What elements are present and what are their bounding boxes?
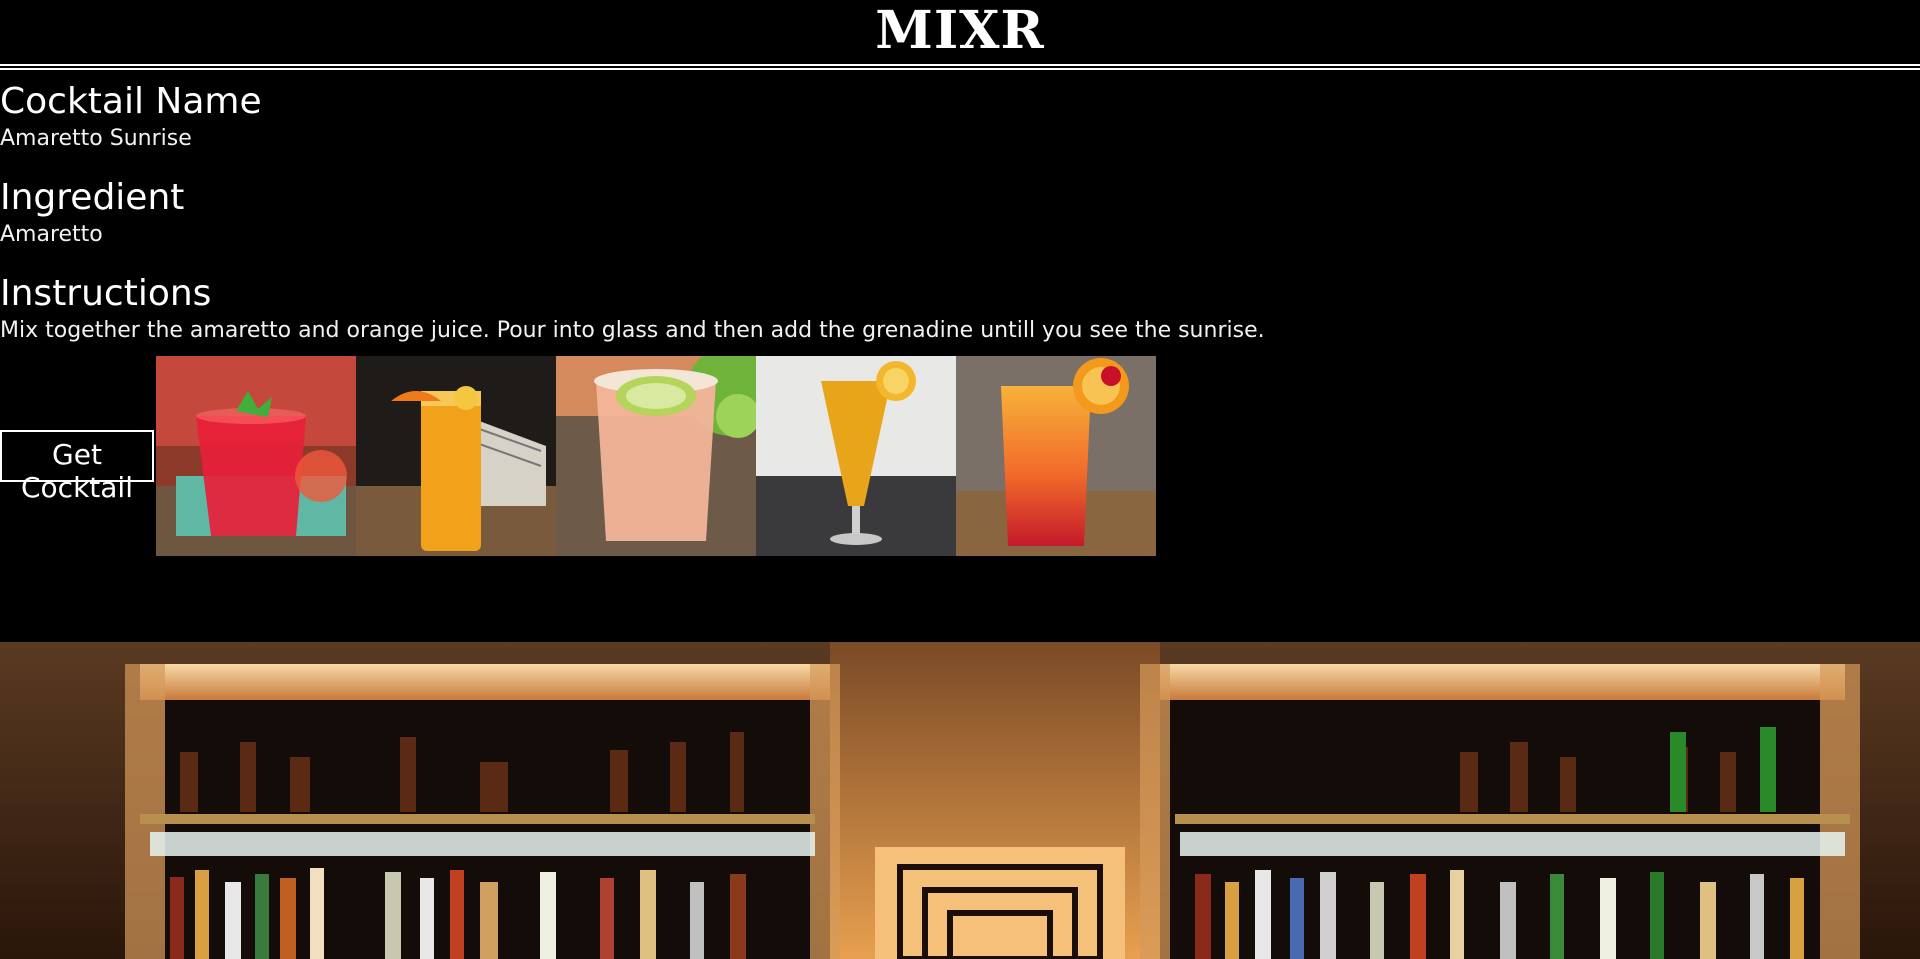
red-cocktail-mint-photo: [156, 356, 356, 556]
ingredient-heading: Ingredient: [0, 177, 185, 218]
site-title: MIXR: [875, 0, 1045, 61]
tequila-sunrise-photo: [956, 356, 1156, 556]
cocktail-name-value: Amaretto Sunrise: [0, 126, 192, 151]
instructions-heading: Instructions: [0, 273, 212, 314]
bar-shelves-photo: [0, 642, 1920, 959]
orange-juice-glass-photo: [356, 356, 556, 556]
ingredient-value: Amaretto: [0, 222, 103, 247]
instructions-value: Mix together the amaretto and orange jui…: [0, 318, 1265, 343]
cocktail-thumbnails: [156, 356, 1156, 556]
get-cocktail-button[interactable]: Get Cocktail: [0, 430, 154, 504]
action-row: Get Cocktail: [0, 356, 1920, 556]
site-header: MIXR: [0, 0, 1920, 70]
cocktail-details: Cocktail Name Amaretto Sunrise Ingredien…: [0, 66, 1920, 556]
peach-margarita-lime-photo: [556, 356, 756, 556]
orange-flute-cocktail-photo: [756, 356, 956, 556]
cocktail-name-heading: Cocktail Name: [0, 81, 262, 122]
